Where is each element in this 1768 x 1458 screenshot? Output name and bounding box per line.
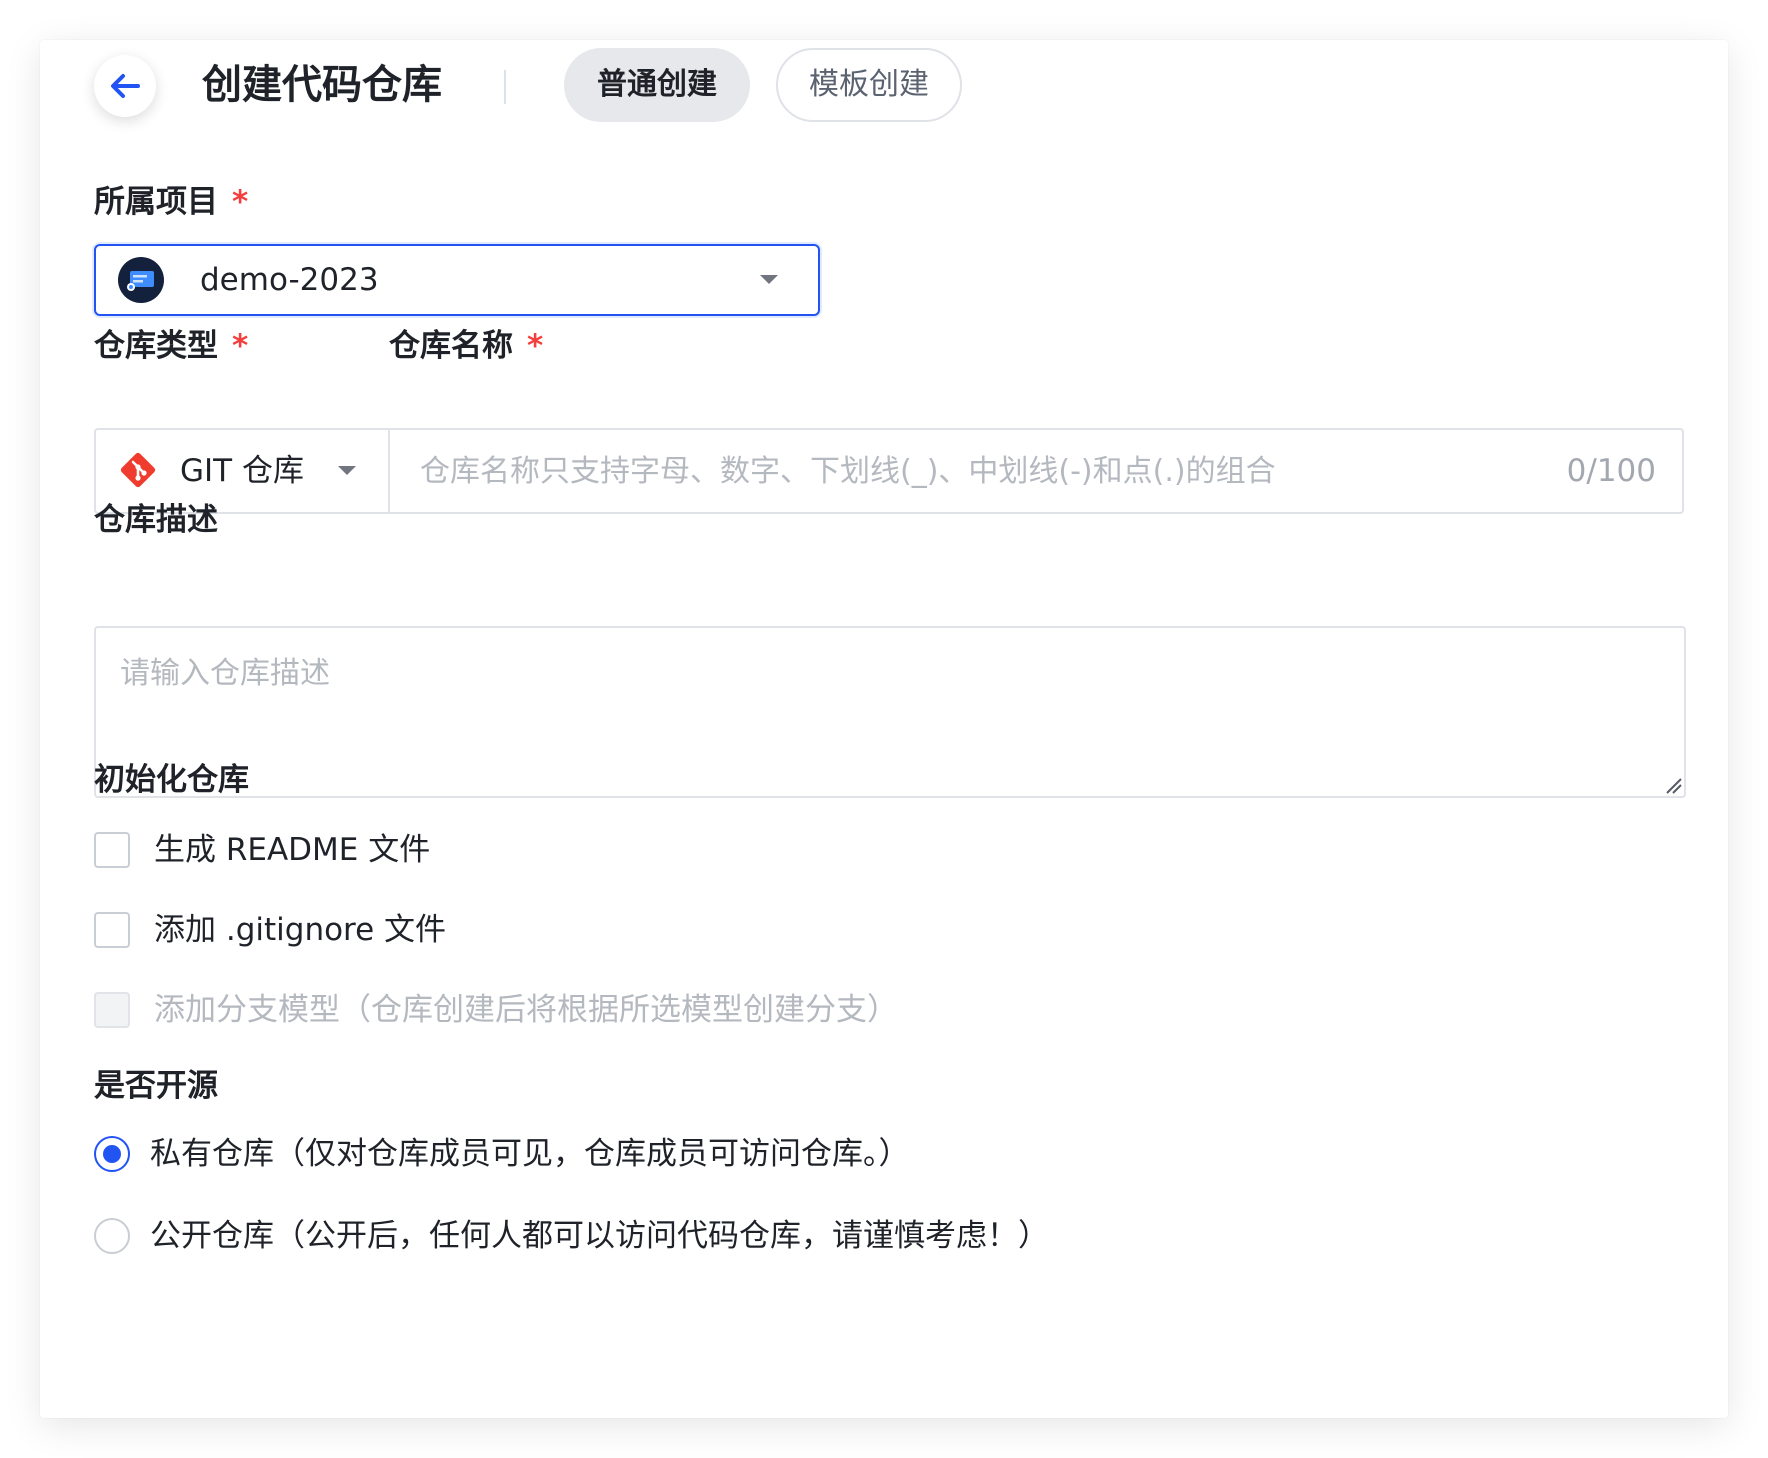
option-public[interactable]: 公开仓库（公开后，任何人都可以访问代码仓库，请谨慎考虑！） (94, 1215, 1049, 1257)
option-readme[interactable]: 生成 README 文件 (94, 830, 430, 870)
branch-model-label: 添加分支模型（仓库创建后将根据所选模型创建分支） (154, 992, 898, 1028)
visibility-label: 是否开源 (94, 1068, 218, 1104)
required-mark: * (232, 184, 249, 220)
resize-grip-icon[interactable] (1664, 776, 1682, 794)
tab-template-create[interactable]: 模板创建 (776, 48, 962, 122)
private-radio[interactable] (94, 1136, 130, 1172)
repo-name-label: 仓库名称 * (389, 326, 543, 366)
repo-name-input[interactable] (392, 430, 1572, 512)
repo-type-label: 仓库类型 * (94, 326, 248, 366)
init-repo-label: 初始化仓库 (94, 762, 249, 798)
public-label: 公开仓库（公开后，任何人都可以访问代码仓库，请谨慎考虑！） (150, 1218, 1049, 1254)
private-label: 私有仓库（仅对仓库成员可见，仓库成员可访问仓库。） (150, 1136, 910, 1172)
gitignore-label: 添加 .gitignore 文件 (154, 912, 447, 948)
gitignore-checkbox[interactable] (94, 912, 130, 948)
header-divider (504, 70, 506, 104)
git-icon (120, 452, 156, 488)
option-private[interactable]: 私有仓库（仅对仓库成员可见，仓库成员可访问仓库。） (94, 1133, 910, 1175)
required-mark: * (527, 328, 544, 364)
char-counter: 0/100 (1566, 453, 1656, 489)
branch-model-checkbox (94, 992, 130, 1028)
project-avatar-icon (118, 257, 164, 303)
project-label: 所属项目 * (94, 182, 248, 222)
description-label: 仓库描述 (94, 502, 218, 538)
repo-type-label-text: 仓库类型 (94, 328, 218, 364)
option-branch-model: 添加分支模型（仓库创建后将根据所选模型创建分支） (94, 990, 898, 1030)
back-button[interactable] (94, 55, 156, 117)
public-radio[interactable] (94, 1218, 130, 1254)
chevron-down-icon (338, 466, 356, 475)
project-selected-value: demo-2023 (200, 262, 379, 298)
project-select[interactable]: demo-2023 (94, 244, 820, 316)
arrow-left-icon (111, 74, 140, 98)
repo-type-name-group: GIT 仓库 0/100 (94, 428, 1684, 514)
readme-checkbox[interactable] (94, 832, 130, 868)
chevron-down-icon (760, 275, 778, 284)
required-mark: * (232, 328, 249, 364)
create-repo-panel: 创建代码仓库 普通创建 模板创建 所属项目 * demo-2023 仓库类型 * 仓… (40, 40, 1728, 1418)
readme-label: 生成 README 文件 (154, 832, 431, 868)
page-title: 创建代码仓库 (202, 62, 442, 108)
tab-normal-create[interactable]: 普通创建 (564, 48, 750, 122)
description-textarea[interactable] (94, 626, 1686, 798)
option-gitignore[interactable]: 添加 .gitignore 文件 (94, 910, 446, 950)
repo-name-label-text: 仓库名称 (389, 328, 513, 364)
project-label-text: 所属项目 (94, 184, 218, 220)
repo-type-selected-value: GIT 仓库 (180, 453, 304, 489)
